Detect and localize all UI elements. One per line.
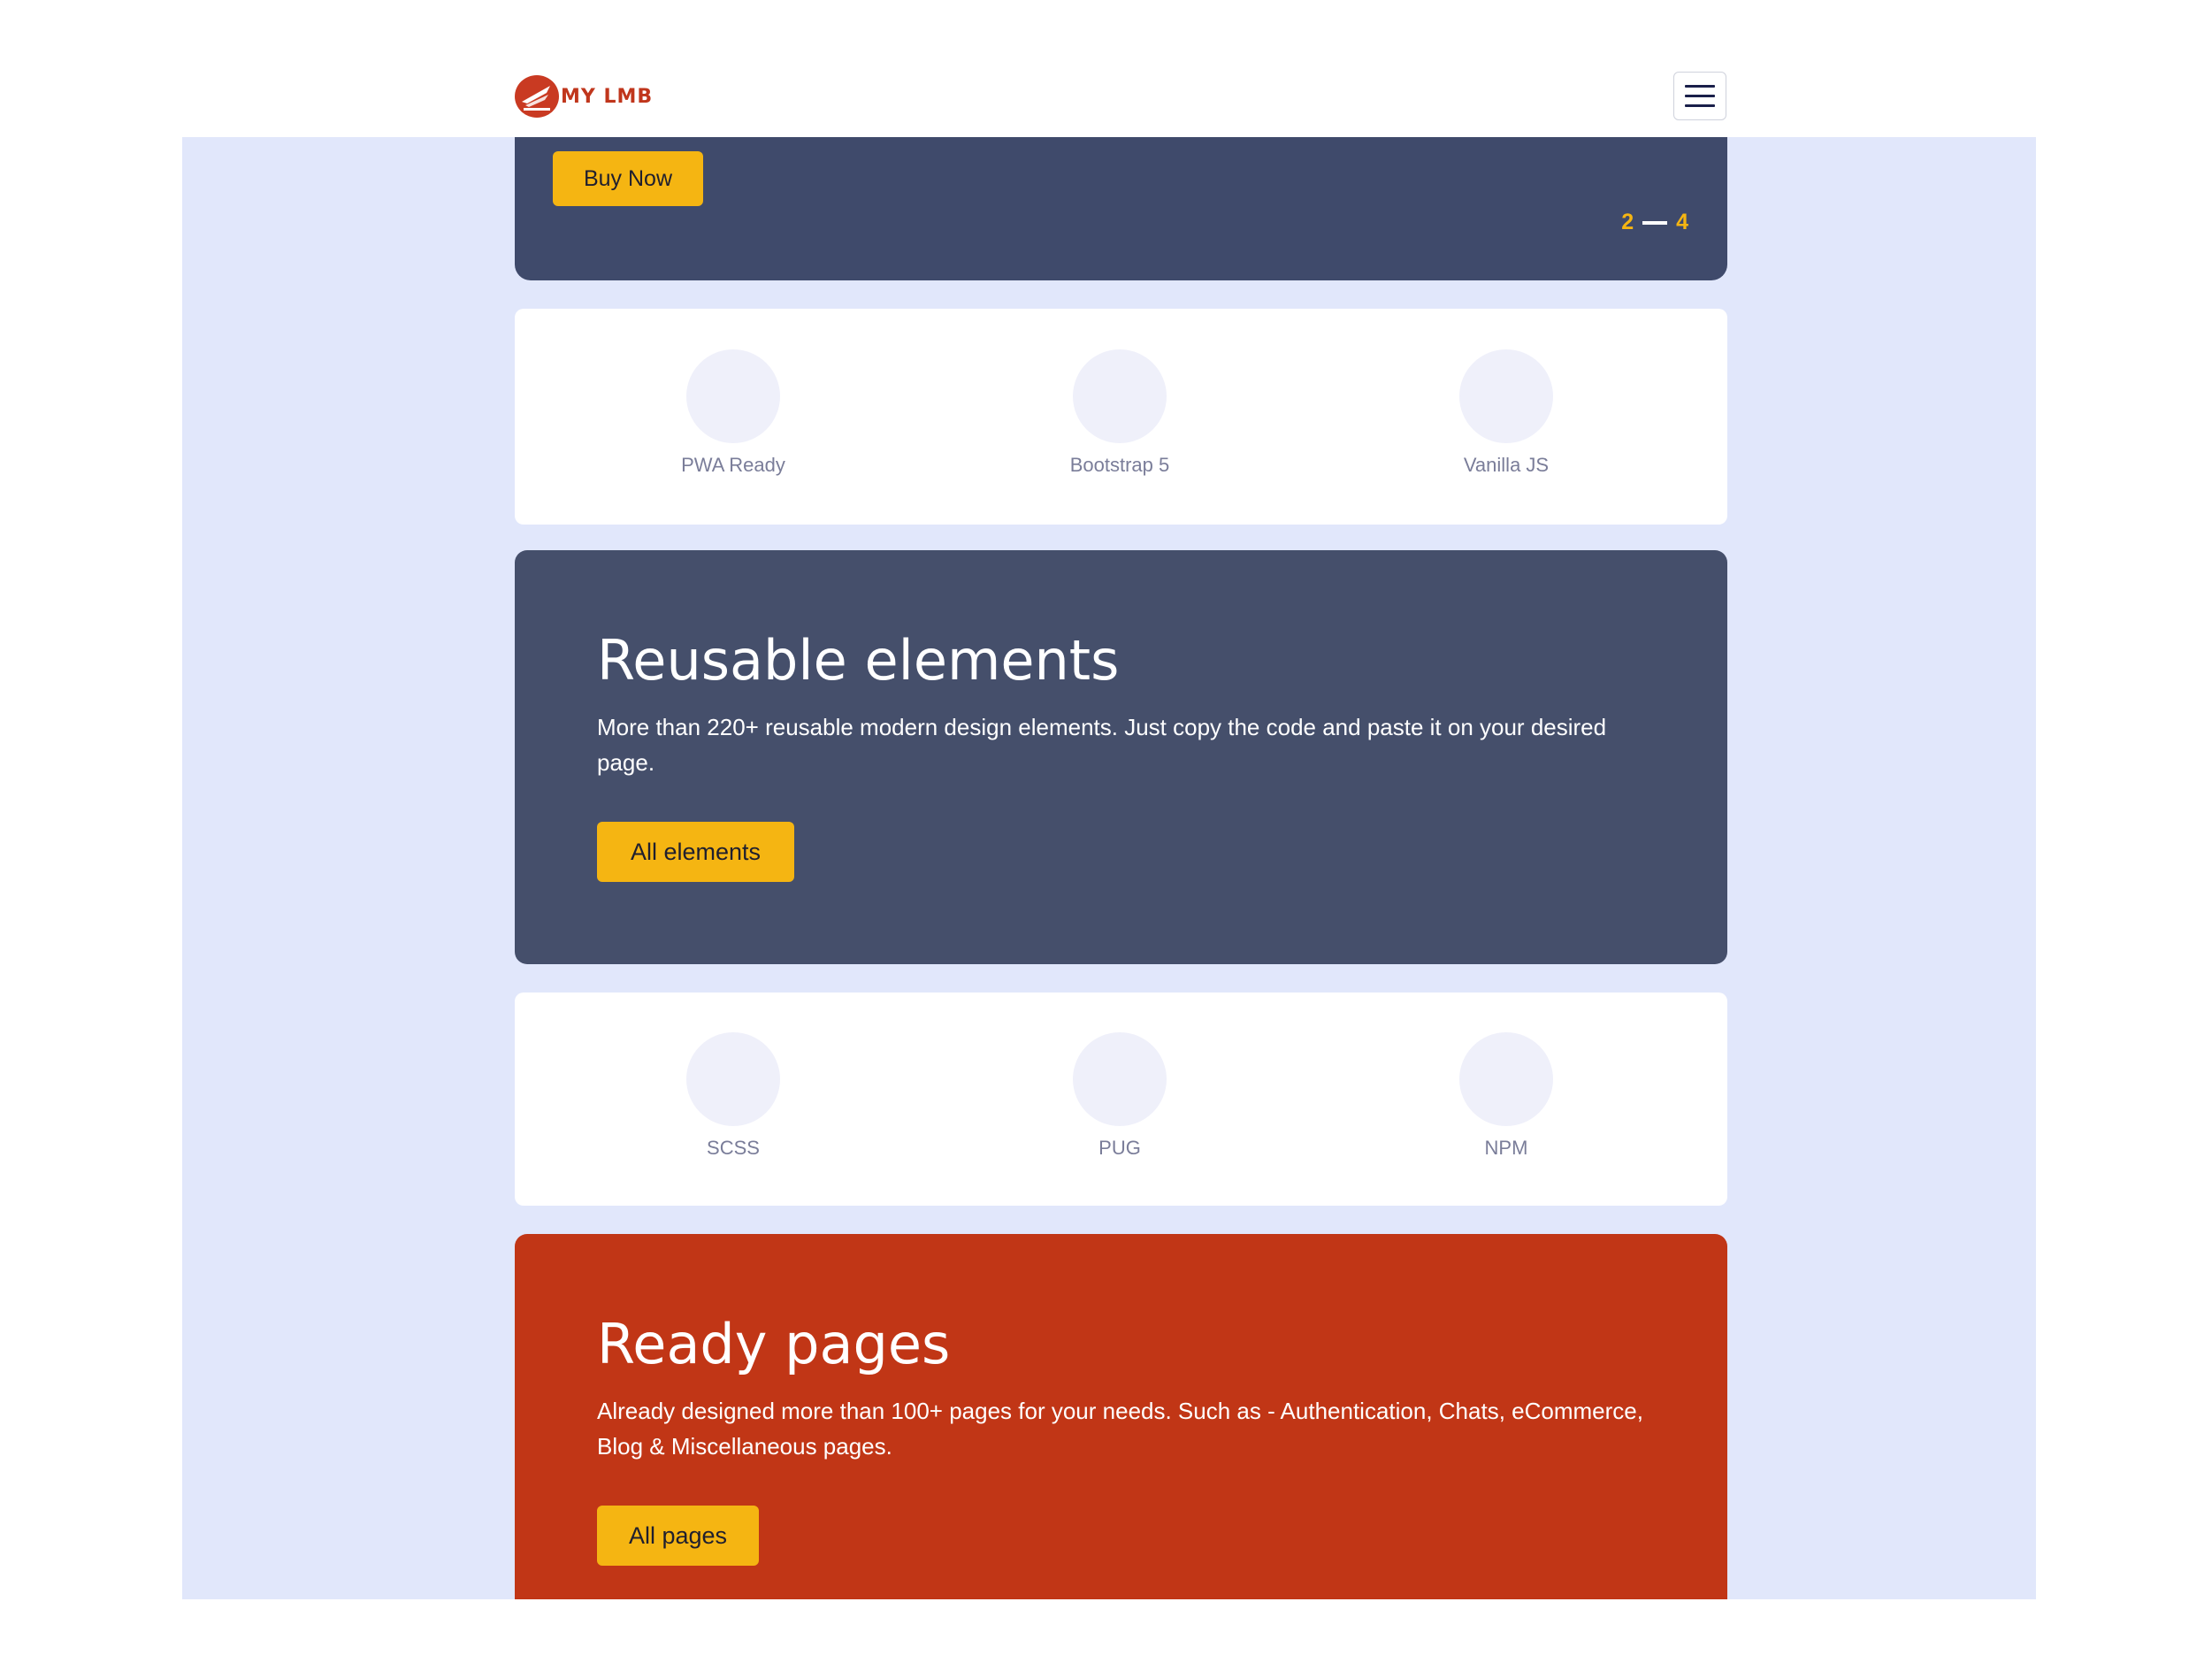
all-pages-button[interactable]: All pages [597, 1506, 759, 1566]
feature-scss: SCSS [636, 1032, 830, 1160]
features-card-top: PWA Ready Bootstrap 5 Vanilla JS [515, 309, 1727, 525]
all-elements-button[interactable]: All elements [597, 822, 794, 882]
ready-pages-title: Ready pages [597, 1312, 951, 1376]
hero-slider: Buy Now 2 4 [515, 137, 1727, 280]
hamburger-icon-bar [1685, 95, 1715, 97]
reusable-elements-card: Reusable elements More than 220+ reusabl… [515, 550, 1727, 964]
feature-label: NPM [1484, 1137, 1528, 1159]
slide-counter-dash [1642, 220, 1668, 225]
slide-counter: 2 4 [1621, 210, 1688, 235]
feature-label: Vanilla JS [1463, 454, 1550, 476]
ready-pages-card: Ready pages Already designed more than 1… [515, 1234, 1727, 1599]
feature-icon-placeholder [686, 1032, 780, 1126]
menu-toggle-button[interactable] [1673, 72, 1726, 120]
feature-pwa-ready: PWA Ready [636, 349, 830, 477]
feature-vanilla-js: Vanilla JS [1409, 349, 1604, 477]
top-header: MY LMB [0, 0, 2212, 137]
slide-current: 2 [1621, 210, 1634, 234]
brand-logo[interactable]: MY LMB [515, 74, 653, 119]
brand-name: MY LMB [561, 85, 654, 108]
feature-label: Bootstrap 5 [1069, 454, 1170, 476]
reusable-description: More than 220+ reusable modern design el… [597, 714, 1607, 776]
features-card-bottom: SCSS PUG NPM [515, 992, 1727, 1206]
feature-icon-placeholder [1073, 1032, 1167, 1126]
feature-icon-placeholder [1459, 1032, 1553, 1126]
ready-pages-description: Already designed more than 100+ pages fo… [597, 1398, 1643, 1460]
logo-emblem-icon [515, 75, 559, 118]
slide-total: 4 [1676, 210, 1688, 234]
feature-icon-placeholder [1073, 349, 1167, 443]
hamburger-icon-bar [1685, 85, 1715, 88]
feature-bootstrap: Bootstrap 5 [1022, 349, 1217, 477]
reusable-title: Reusable elements [597, 628, 1120, 693]
feature-npm: NPM [1409, 1032, 1604, 1160]
feature-label: PUG [1098, 1137, 1141, 1159]
content-area[interactable]: Buy Now 2 4 PWA Ready Bootstrap 5 Vanill… [182, 137, 2036, 1599]
feature-label: PWA Ready [681, 454, 785, 476]
feature-pug: PUG [1022, 1032, 1217, 1160]
hamburger-icon-bar [1685, 104, 1715, 107]
feature-icon-placeholder [686, 349, 780, 443]
feature-icon-placeholder [1459, 349, 1553, 443]
buy-now-button[interactable]: Buy Now [553, 151, 703, 206]
feature-label: SCSS [707, 1137, 760, 1159]
